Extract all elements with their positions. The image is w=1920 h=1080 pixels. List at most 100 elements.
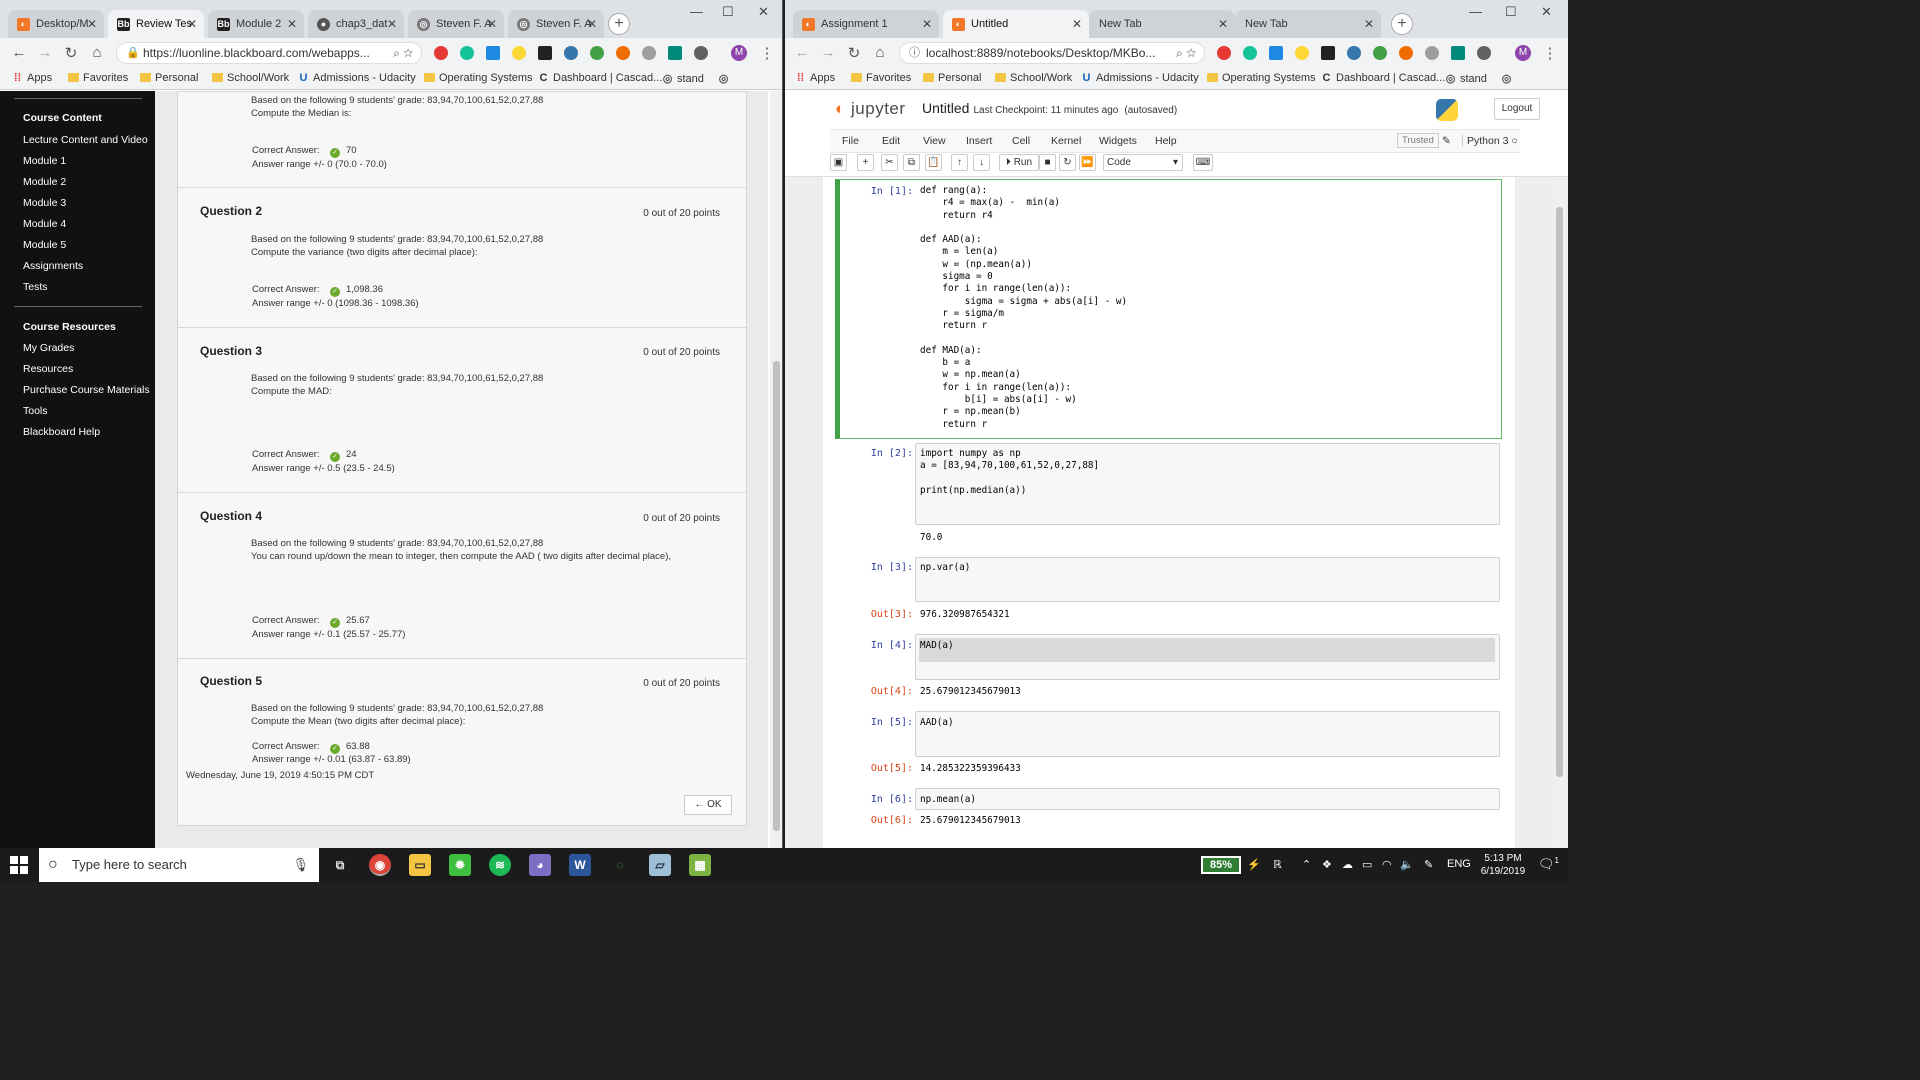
sidebar-item-blackboard-help[interactable]: Blackboard Help [23, 426, 100, 438]
extension-s-icon[interactable] [1451, 46, 1465, 60]
trusted-badge[interactable]: Trusted [1397, 133, 1439, 148]
wifi-icon[interactable]: ◠ [1382, 858, 1392, 871]
cut-icon[interactable]: ✂ [881, 154, 898, 171]
page-scrollbar[interactable] [770, 91, 782, 848]
extension-gray-icon[interactable] [1425, 46, 1439, 60]
back-arrow-icon[interactable]: ← [793, 44, 811, 61]
bookmark-apps[interactable]: ⁞⁞ Apps [12, 72, 52, 84]
notification-center-icon[interactable]: 🗨1 [1538, 856, 1559, 872]
scrollbar-thumb[interactable] [1556, 207, 1563, 777]
volume-muted-icon[interactable]: 🔈 [1400, 858, 1414, 871]
people-icon[interactable]: ℝ [1273, 858, 1282, 871]
bookmark-school-work[interactable]: School/Work [995, 72, 1072, 84]
bookmark-school-work[interactable]: School/Work [212, 72, 289, 84]
extension-s-icon[interactable] [668, 46, 682, 60]
tab-new-2[interactable]: New Tab ✕ [1235, 10, 1381, 38]
tab-assignment-1[interactable]: ◐ Assignment 1 ✕ [793, 10, 939, 38]
bookmark-admissions[interactable]: U Admissions - Udacity [298, 72, 416, 84]
logout-button[interactable]: Logout [1494, 98, 1540, 120]
bookmark-extra[interactable]: ◎ [718, 72, 733, 85]
move-up-icon[interactable]: ↑ [951, 154, 968, 171]
maximize-icon[interactable]: ☐ [722, 4, 734, 20]
extension-dark-icon[interactable] [694, 46, 708, 60]
code-editor[interactable] [915, 788, 1500, 810]
menu-cell[interactable]: Cell [1012, 135, 1030, 147]
close-icon[interactable]: ✕ [287, 10, 297, 38]
microphone-icon[interactable]: 🎙 [292, 848, 309, 882]
discord-icon[interactable]: ◕ [529, 854, 551, 876]
menu-widgets[interactable]: Widgets [1099, 135, 1137, 147]
close-icon[interactable]: ✕ [1072, 10, 1082, 38]
grammarly-icon[interactable] [460, 46, 474, 60]
bookmark-favorites[interactable]: Favorites [851, 72, 911, 84]
close-icon[interactable]: ✕ [487, 10, 497, 38]
paste-icon[interactable]: 📋 [925, 154, 942, 171]
close-window-icon[interactable]: ✕ [758, 4, 769, 20]
cloud-icon[interactable]: ☁ [1342, 858, 1353, 871]
bookmark-operating-systems[interactable]: Operating Systems [1207, 72, 1316, 84]
extension-dark-icon[interactable] [1477, 46, 1491, 60]
extension-orange-icon[interactable] [616, 46, 630, 60]
bookmark-apps[interactable]: ⁞⁞ Apps [795, 72, 835, 84]
copy-icon[interactable]: ⧉ [903, 154, 920, 171]
home-icon[interactable]: ⌂ [871, 44, 889, 61]
dropbox-icon[interactable]: ❖ [1322, 858, 1332, 871]
sidebar-item-purchase-materials[interactable]: Purchase Course Materials [23, 384, 150, 396]
sidebar-item-assignments[interactable]: Assignments [23, 260, 83, 272]
python-icon[interactable] [1347, 46, 1361, 60]
extension-orange-icon[interactable] [1399, 46, 1413, 60]
keyboard-icon[interactable]: ⌨ [1193, 154, 1213, 171]
zoom-icon[interactable]: ⌕ ☆ [1176, 43, 1196, 63]
taskbar-search-box[interactable]: ○ Type here to search 🎙 [39, 848, 319, 882]
menu-edit[interactable]: Edit [882, 135, 900, 147]
reload-icon[interactable]: ↻ [62, 44, 80, 62]
bulb-icon[interactable] [1295, 46, 1309, 60]
pen-icon[interactable]: ✎ [1424, 858, 1433, 871]
reload-icon[interactable]: ↻ [845, 44, 863, 62]
sidebar-item-resources[interactable]: Resources [23, 363, 73, 375]
address-bar[interactable]: ⓘ localhost:8889/notebooks/Desktop/MKBo.… [899, 42, 1205, 64]
bookmark-stand[interactable]: ◎ stand [662, 72, 704, 85]
menu-file[interactable]: File [842, 135, 859, 147]
bulb-icon[interactable] [512, 46, 526, 60]
code-editor[interactable] [915, 557, 1500, 602]
pn-icon[interactable] [538, 46, 552, 60]
bookmark-extra[interactable]: ◎ [1501, 72, 1516, 85]
restart-icon[interactable]: ↻ [1059, 154, 1076, 171]
notebook-name[interactable]: Untitled [922, 100, 969, 116]
code-text[interactable]: import numpy as np a = [83,94,70,100,61,… [920, 448, 1099, 497]
chrome-icon[interactable]: ◉ [369, 854, 391, 876]
sidebar-item-tests[interactable]: Tests [23, 281, 48, 293]
clock[interactable]: 5:13 PM 6/19/2019 [1476, 852, 1530, 878]
tab-module-2[interactable]: Bb Module 2 ✕ [208, 10, 304, 38]
code-text[interactable]: np.mean(a) [920, 794, 976, 806]
menu-insert[interactable]: Insert [966, 135, 992, 147]
menu-view[interactable]: View [923, 135, 946, 147]
bookmark-personal[interactable]: Personal [923, 72, 981, 84]
ok-button[interactable]: ← OK [684, 795, 732, 815]
windows-start-icon[interactable] [10, 856, 28, 874]
tab-review-test[interactable]: Bb Review Tes ✕ [108, 10, 204, 38]
calendar-icon[interactable] [1269, 46, 1283, 60]
sidebar-item-module-5[interactable]: Module 5 [23, 239, 66, 251]
tab-steven-1[interactable]: ◎ Steven F. A ✕ [408, 10, 504, 38]
add-cell-icon[interactable]: + [857, 154, 874, 171]
bookmark-dashboard[interactable]: C Dashboard | Cascad... [1321, 72, 1446, 84]
notebook-title[interactable]: Untitled Last Checkpoint: 11 minutes ago (… [922, 100, 1177, 116]
close-icon[interactable]: ✕ [187, 10, 197, 38]
sidebar-item-module-3[interactable]: Module 3 [23, 197, 66, 209]
close-icon[interactable]: ✕ [1364, 10, 1374, 38]
language-indicator[interactable]: ENG [1447, 858, 1471, 870]
sidebar-item-module-4[interactable]: Module 4 [23, 218, 66, 230]
run-button[interactable]: ⏵ Run [999, 154, 1039, 171]
back-arrow-icon[interactable]: ← [10, 44, 28, 61]
menu-kebab-icon[interactable]: ⋮ [1541, 44, 1559, 62]
spotify-icon[interactable]: ≋ [489, 854, 511, 876]
sidebar-item-module-1[interactable]: Module 1 [23, 155, 66, 167]
close-icon[interactable]: ✕ [387, 10, 397, 38]
cell-type-select[interactable]: Code ▾ [1103, 154, 1183, 171]
tab-desktop[interactable]: ◐ Desktop/M ✕ [8, 10, 104, 38]
sidebar-item-my-grades[interactable]: My Grades [23, 342, 74, 354]
extension-green-icon[interactable] [1373, 46, 1387, 60]
scrollbar-thumb[interactable] [773, 361, 780, 831]
